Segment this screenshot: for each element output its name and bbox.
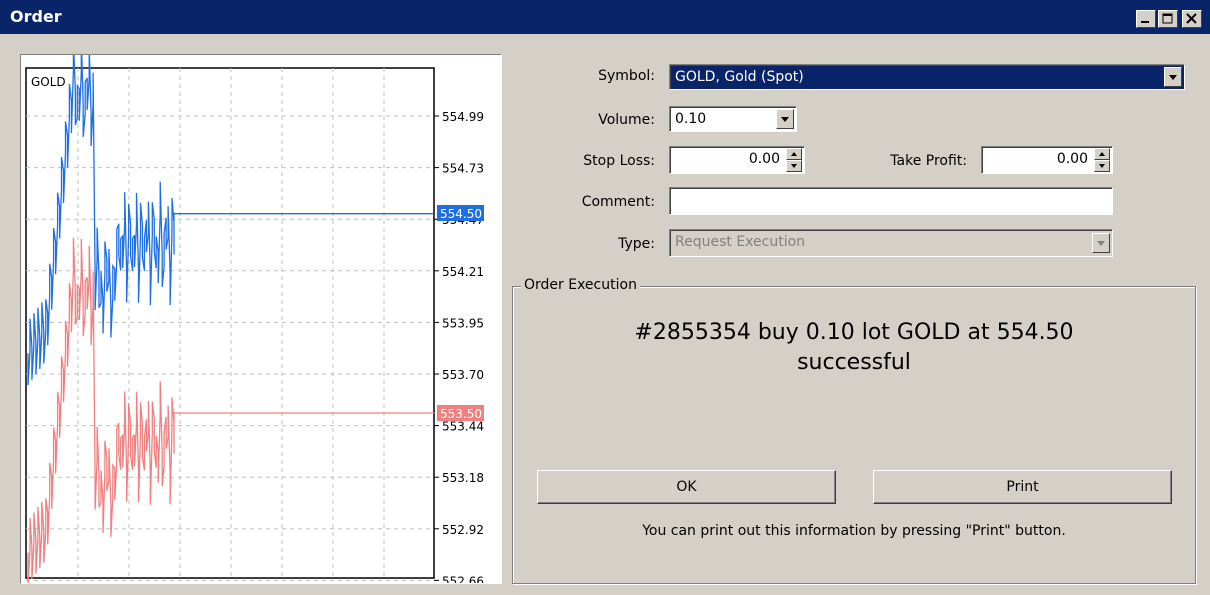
price-tick-label: 554.99 [442, 110, 484, 124]
take-profit-value: 0.00 [1056, 151, 1088, 167]
stop-loss-down-icon[interactable] [786, 160, 802, 172]
tick-chart: 554.99554.73554.47554.21553.95553.70553.… [20, 38, 502, 588]
take-profit-field[interactable]: 0.00 [981, 146, 1113, 174]
price-tick-label: 554.21 [442, 265, 484, 279]
symbol-dropdown-icon[interactable] [1164, 67, 1182, 87]
take-profit-down-icon[interactable] [1094, 160, 1110, 172]
price-tick-label: 553.18 [442, 471, 484, 485]
type-select[interactable]: Request Execution [669, 229, 1113, 257]
take-profit-spinner[interactable] [1094, 148, 1110, 172]
price-tick-label: 553.95 [442, 316, 484, 330]
stop-loss-spinner[interactable] [786, 148, 802, 172]
volume-label: Volume: [598, 112, 655, 128]
ok-button[interactable]: OK [537, 470, 836, 504]
minimize-icon[interactable] [1136, 10, 1156, 28]
window-title: Order [10, 7, 62, 26]
volume-dropdown-icon[interactable] [776, 109, 794, 129]
type-value: Request Execution [675, 234, 806, 250]
comment-label: Comment: [581, 194, 655, 210]
price-scale: 554.99554.73554.47554.21553.95553.70553.… [434, 110, 484, 588]
price-tick-label: 552.92 [442, 523, 484, 537]
take-profit-label: Take Profit: [890, 153, 967, 169]
stop-loss-up-icon[interactable] [786, 148, 802, 160]
volume-select[interactable]: 0.10 [669, 106, 797, 132]
symbol-value: GOLD, Gold (Spot) [675, 69, 804, 85]
type-label: Type: [618, 236, 655, 252]
ask-price-label: 554.50 [440, 207, 482, 221]
stop-loss-field[interactable]: 0.00 [669, 146, 805, 174]
type-dropdown-icon[interactable] [1092, 233, 1110, 253]
chart-symbol-label: GOLD [31, 75, 66, 89]
comment-input[interactable] [669, 187, 1113, 215]
take-profit-up-icon[interactable] [1094, 148, 1110, 160]
print-button[interactable]: Print [873, 470, 1172, 504]
price-tick-label: 553.70 [442, 368, 484, 382]
execution-result-line1: #2855354 buy 0.10 lot GOLD at 554.50 [634, 320, 1074, 345]
maximize-icon[interactable] [1158, 10, 1178, 28]
print-hint: You can print out this information by pr… [642, 523, 1066, 539]
stop-loss-label: Stop Loss: [583, 153, 655, 169]
volume-value: 0.10 [675, 111, 707, 127]
stop-loss-value: 0.00 [748, 151, 780, 167]
tick-chart-canvas: 554.99554.73554.47554.21553.95553.70553.… [25, 38, 484, 588]
order-execution-legend: Order Execution [521, 277, 640, 293]
symbol-select[interactable]: GOLD, Gold (Spot) [669, 64, 1185, 90]
symbol-label: Symbol: [598, 68, 655, 84]
title-bar: Order [0, 0, 1210, 34]
price-tick-label: 554.73 [442, 162, 484, 176]
bid-price-label: 553.50 [440, 407, 482, 421]
execution-result-line2: successful [797, 350, 911, 375]
price-tick-label: 553.44 [442, 420, 484, 434]
plot-area [25, 67, 435, 579]
close-icon[interactable] [1182, 10, 1202, 28]
price-tick-label: 552.66 [442, 574, 484, 583]
